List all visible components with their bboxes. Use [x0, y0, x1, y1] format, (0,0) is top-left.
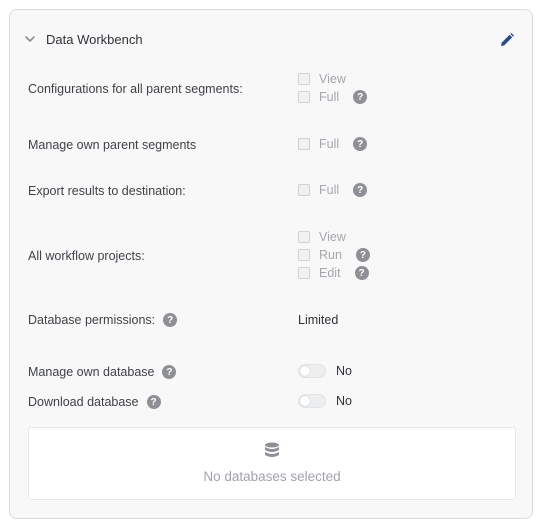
manage-own-database-toggle-row: No — [298, 364, 352, 378]
help-icon[interactable]: ? — [353, 137, 368, 151]
option-label: Run — [319, 248, 342, 262]
configurations-view-option[interactable]: View — [298, 72, 346, 86]
help-icon[interactable]: ? — [146, 395, 161, 409]
configurations-view-checkbox[interactable] — [298, 73, 310, 85]
option-label: Edit — [319, 266, 341, 280]
download-database-label: Download database ? — [28, 395, 161, 409]
manage-parent-segments-label: Manage own parent segments — [28, 138, 197, 152]
databases-empty-state — [28, 427, 516, 500]
workflow-edit-option[interactable]: Edit ? — [298, 266, 369, 280]
toggle-knob — [300, 366, 310, 376]
database-icon — [265, 442, 279, 457]
toggle-state-label: No — [336, 394, 352, 408]
toggle-knob — [300, 396, 310, 406]
manage-parent-segments-full-checkbox[interactable] — [298, 138, 310, 150]
option-label: Full — [319, 137, 340, 151]
manage-own-database-text: Manage own database — [28, 365, 155, 379]
option-label: Full — [319, 90, 340, 104]
help-icon[interactable]: ? — [353, 90, 368, 104]
configurations-full-checkbox[interactable] — [298, 91, 310, 103]
download-database-text: Download database — [28, 395, 139, 409]
manage-own-database-label: Manage own database ? — [28, 365, 177, 379]
help-icon[interactable]: ? — [354, 266, 369, 280]
option-label: View — [319, 72, 346, 86]
workflow-view-option[interactable]: View — [298, 230, 346, 244]
export-results-label: Export results to destination: — [28, 184, 186, 198]
workflow-view-checkbox[interactable] — [298, 231, 310, 243]
manage-own-database-toggle[interactable] — [298, 364, 326, 378]
help-icon[interactable]: ? — [353, 183, 368, 197]
workflow-run-checkbox[interactable] — [298, 249, 310, 261]
database-permissions-label: Database permissions: ? — [28, 313, 178, 327]
download-database-toggle-row: No — [298, 394, 352, 408]
database-permissions-value: Limited — [298, 313, 339, 327]
option-label: View — [319, 230, 346, 244]
workflow-run-option[interactable]: Run ? — [298, 248, 370, 262]
database-permissions-text: Database permissions: — [28, 313, 156, 327]
toggle-state-label: No — [336, 364, 352, 378]
help-icon[interactable]: ? — [355, 248, 370, 262]
section-title[interactable]: Data Workbench — [46, 32, 143, 47]
configurations-full-option[interactable]: Full ? — [298, 90, 368, 104]
option-label: Full — [319, 183, 340, 197]
pencil-icon — [501, 33, 514, 46]
export-results-full-checkbox[interactable] — [298, 184, 310, 196]
help-icon[interactable]: ? — [163, 313, 178, 327]
configurations-label: Configurations for all parent segments: — [28, 82, 243, 96]
edit-button[interactable] — [497, 30, 517, 50]
databases-empty-text: No databases selected — [203, 469, 341, 484]
export-results-full-option[interactable]: Full ? — [298, 183, 368, 197]
chevron-down-icon[interactable] — [24, 34, 36, 44]
help-icon[interactable]: ? — [162, 365, 177, 379]
download-database-toggle[interactable] — [298, 394, 326, 408]
workflow-edit-checkbox[interactable] — [298, 267, 310, 279]
manage-parent-segments-full-option[interactable]: Full ? — [298, 137, 368, 151]
workflow-projects-label: All workflow projects: — [28, 249, 145, 263]
